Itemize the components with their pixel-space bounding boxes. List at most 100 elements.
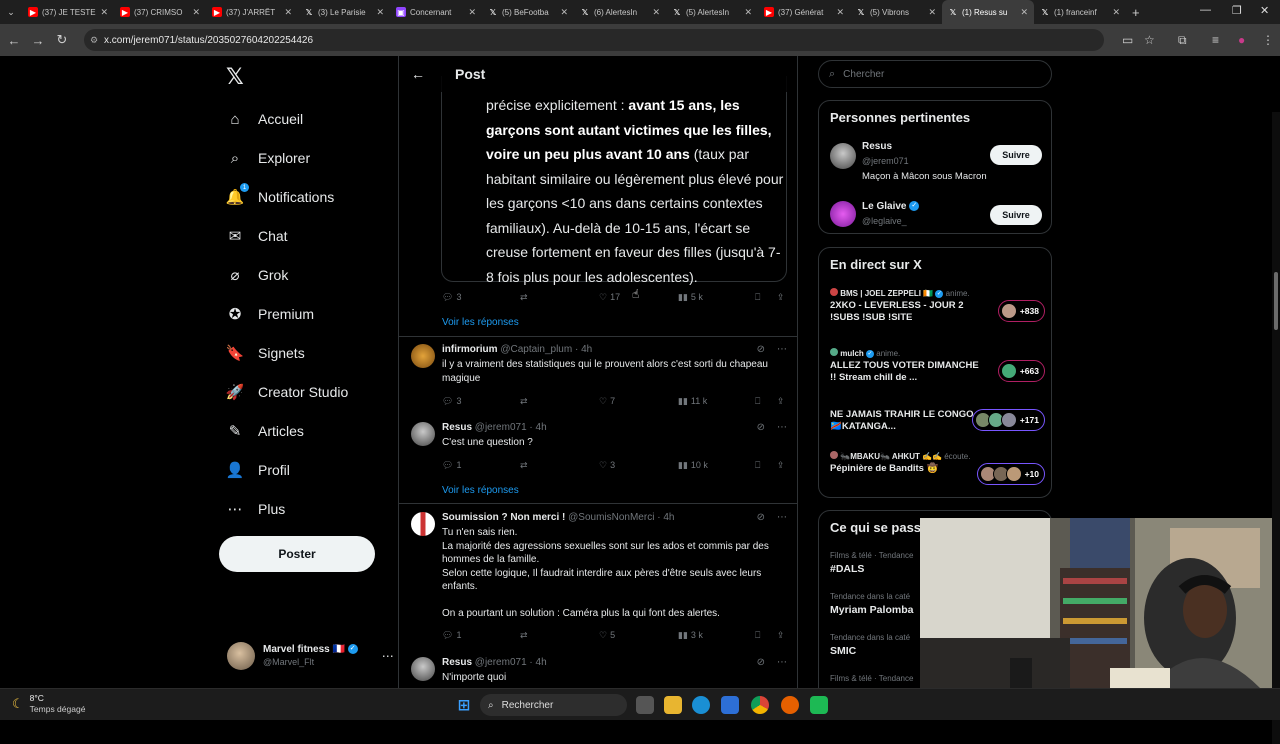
- trend-item[interactable]: Films & télé · Tendance #DALS: [830, 551, 913, 575]
- share-icon[interactable]: ⇪: [777, 630, 785, 641]
- browser-tab[interactable]: ▣ Concernant ✕: [390, 0, 482, 24]
- scrollbar-thumb[interactable]: [1274, 272, 1278, 330]
- share-icon[interactable]: ⇪: [777, 460, 785, 471]
- repost-button[interactable]: ⇄: [520, 396, 528, 407]
- close-tab-icon[interactable]: ✕: [744, 7, 752, 18]
- live-item[interactable]: 🐜MBAKU🐜 AHKUT ✍️✍️ écoute. Pépinière de …: [830, 451, 1045, 485]
- browser-tab[interactable]: ▶ (37) J'ARRÊT ✕: [206, 0, 298, 24]
- bookmark-icon[interactable]: ⎕: [755, 292, 760, 303]
- person-row[interactable]: Le Glaive ✓ @leglaive_ Suivre: [830, 201, 1042, 231]
- post-button[interactable]: Poster: [219, 536, 375, 572]
- site-info-icon[interactable]: ⚙: [90, 35, 98, 46]
- live-item[interactable]: BMS | JOEL ZEPPELI 🇨🇮 ✓ anime. 2XKO - LE…: [830, 288, 1045, 324]
- profile-icon[interactable]: ●: [1238, 33, 1245, 47]
- nav-item-grok[interactable]: ⌀ Grok: [226, 260, 288, 290]
- bookmark-icon[interactable]: ⎕: [755, 460, 760, 471]
- maximize-icon[interactable]: ❐: [1232, 4, 1242, 17]
- nav-item-creator-studio[interactable]: 🚀 Creator Studio: [226, 377, 349, 407]
- grok-icon[interactable]: ⊘: [757, 344, 765, 355]
- close-tab-icon[interactable]: ✕: [1020, 7, 1028, 18]
- show-replies-link[interactable]: Voir les réponses: [442, 317, 519, 328]
- firefox-icon[interactable]: [781, 696, 799, 714]
- close-tab-icon[interactable]: ✕: [284, 7, 292, 18]
- views-button[interactable]: ▮▮ 10 k: [678, 460, 708, 471]
- account-switcher[interactable]: Marvel fitness 🇫🇷 ✓ @Marvel_Flt ⋯: [227, 642, 394, 670]
- nav-item-premium[interactable]: ✪ Premium: [226, 299, 314, 329]
- reply-button[interactable]: 💬︎ 1: [442, 460, 461, 471]
- nav-item-profil[interactable]: 👤 Profil: [226, 455, 290, 485]
- views-button[interactable]: ▮▮ 3 k: [678, 630, 703, 641]
- more-icon[interactable]: ⋯: [777, 657, 787, 668]
- nav-item-explorer[interactable]: ⌕ Explorer: [226, 143, 310, 173]
- close-tab-icon[interactable]: ✕: [468, 7, 476, 18]
- nav-item-plus[interactable]: ⋯ Plus: [226, 494, 286, 524]
- minimize-icon[interactable]: —: [1200, 4, 1211, 16]
- browser-tab[interactable]: 𝕏 (5) AlertesIn ✕: [666, 0, 758, 24]
- browser-tab[interactable]: 𝕏 (5) BeFootba ✕: [482, 0, 574, 24]
- like-button[interactable]: ♡ 3: [599, 460, 615, 471]
- x-logo[interactable]: 𝕏: [226, 64, 244, 90]
- show-replies-link[interactable]: Voir les réponses: [442, 485, 519, 496]
- follow-button[interactable]: Suivre: [990, 205, 1042, 225]
- url-field[interactable]: ⚙ x.com/jerem071/status/2035027604202254…: [84, 29, 1104, 51]
- back-arrow-icon[interactable]: ←: [411, 66, 425, 82]
- close-tab-icon[interactable]: ✕: [928, 7, 936, 18]
- person-row[interactable]: Resus @jerem071 Maçon à Mâcon sous Macro…: [830, 141, 1042, 185]
- trend-item[interactable]: Films & télé · Tendance: [830, 674, 913, 683]
- views-button[interactable]: ▮▮ 5 k: [678, 292, 703, 303]
- reply-button[interactable]: 💬︎ 1: [442, 630, 461, 641]
- repost-button[interactable]: ⇄: [520, 630, 528, 641]
- repost-button[interactable]: ⇄: [520, 292, 528, 303]
- browser-tab[interactable]: 𝕏 (1) franceinf ✕: [1034, 0, 1126, 24]
- browser-tab[interactable]: 𝕏 (3) Le Parisie ✕: [298, 0, 390, 24]
- file-explorer-icon[interactable]: [664, 696, 682, 714]
- more-icon[interactable]: ⋯: [382, 649, 394, 663]
- page-scrollbar[interactable]: [1272, 112, 1280, 744]
- task-view-icon[interactable]: [636, 696, 654, 714]
- trend-item[interactable]: Tendance dans la caté Myriam Palomba: [830, 592, 913, 616]
- grok-icon[interactable]: ⊘: [757, 657, 765, 668]
- reading-list-icon[interactable]: ≡: [1212, 33, 1219, 47]
- more-icon[interactable]: ⋯: [777, 422, 787, 433]
- nav-item-signets[interactable]: 🔖 Signets: [226, 338, 305, 368]
- nav-item-chat[interactable]: ✉ Chat: [226, 221, 288, 251]
- nav-item-notifications[interactable]: 🔔 1 Notifications: [226, 182, 334, 212]
- reply-button[interactable]: 💬︎ 3: [442, 292, 461, 303]
- live-item[interactable]: NE JAMAIS TRAHIR LE CONGO 🇨🇩KATANGA... +…: [830, 407, 1045, 433]
- follow-button[interactable]: Suivre: [990, 145, 1042, 165]
- share-icon[interactable]: ⇪: [777, 396, 785, 407]
- search-input[interactable]: ⌕ Chercher: [818, 60, 1052, 88]
- bookmark-star-icon[interactable]: ☆: [1144, 33, 1155, 47]
- install-icon[interactable]: ▭: [1122, 33, 1133, 47]
- browser-tab[interactable]: ▶ (37) JE TESTE ✕: [22, 0, 114, 24]
- more-icon[interactable]: ⋯: [777, 344, 787, 355]
- repost-button[interactable]: ⇄: [520, 460, 528, 471]
- store-icon[interactable]: [721, 696, 739, 714]
- reply-button[interactable]: 💬︎ 3: [442, 396, 461, 407]
- windows-start-icon[interactable]: ⊞: [455, 696, 473, 714]
- like-button[interactable]: ♡ 5: [599, 630, 615, 641]
- nav-item-accueil[interactable]: ⌂ Accueil: [226, 104, 303, 134]
- close-tab-icon[interactable]: ✕: [836, 7, 844, 18]
- bookmark-icon[interactable]: ⎕: [755, 630, 760, 641]
- bookmark-icon[interactable]: ⎕: [755, 396, 760, 407]
- edge-icon[interactable]: [692, 696, 710, 714]
- nav-item-articles[interactable]: ✎ Articles: [226, 416, 304, 446]
- extensions-icon[interactable]: ⧉: [1178, 33, 1187, 48]
- trend-item[interactable]: Tendance dans la caté SMIC: [830, 633, 910, 657]
- like-button[interactable]: ♡ 7: [599, 396, 615, 407]
- browser-tab[interactable]: ▶ (37) Générat ✕: [758, 0, 850, 24]
- forward-icon[interactable]: →: [26, 33, 50, 48]
- close-tab-icon[interactable]: ✕: [560, 7, 568, 18]
- chrome-icon[interactable]: [751, 696, 769, 714]
- browser-tab[interactable]: 𝕏 (1) Resus su ✕: [942, 0, 1034, 24]
- like-button[interactable]: ♡ 17: [599, 292, 620, 303]
- menu-icon[interactable]: ⋮: [1262, 33, 1274, 47]
- back-icon[interactable]: ←: [2, 33, 26, 48]
- browser-tab[interactable]: ▶ (37) CRIMSO ✕: [114, 0, 206, 24]
- close-tab-icon[interactable]: ✕: [100, 7, 108, 18]
- close-tab-icon[interactable]: ✕: [652, 7, 660, 18]
- more-icon[interactable]: ⋯: [777, 512, 787, 523]
- weather-widget[interactable]: ☾ 8°C Temps dégagé: [12, 693, 85, 715]
- close-tab-icon[interactable]: ✕: [1112, 7, 1120, 18]
